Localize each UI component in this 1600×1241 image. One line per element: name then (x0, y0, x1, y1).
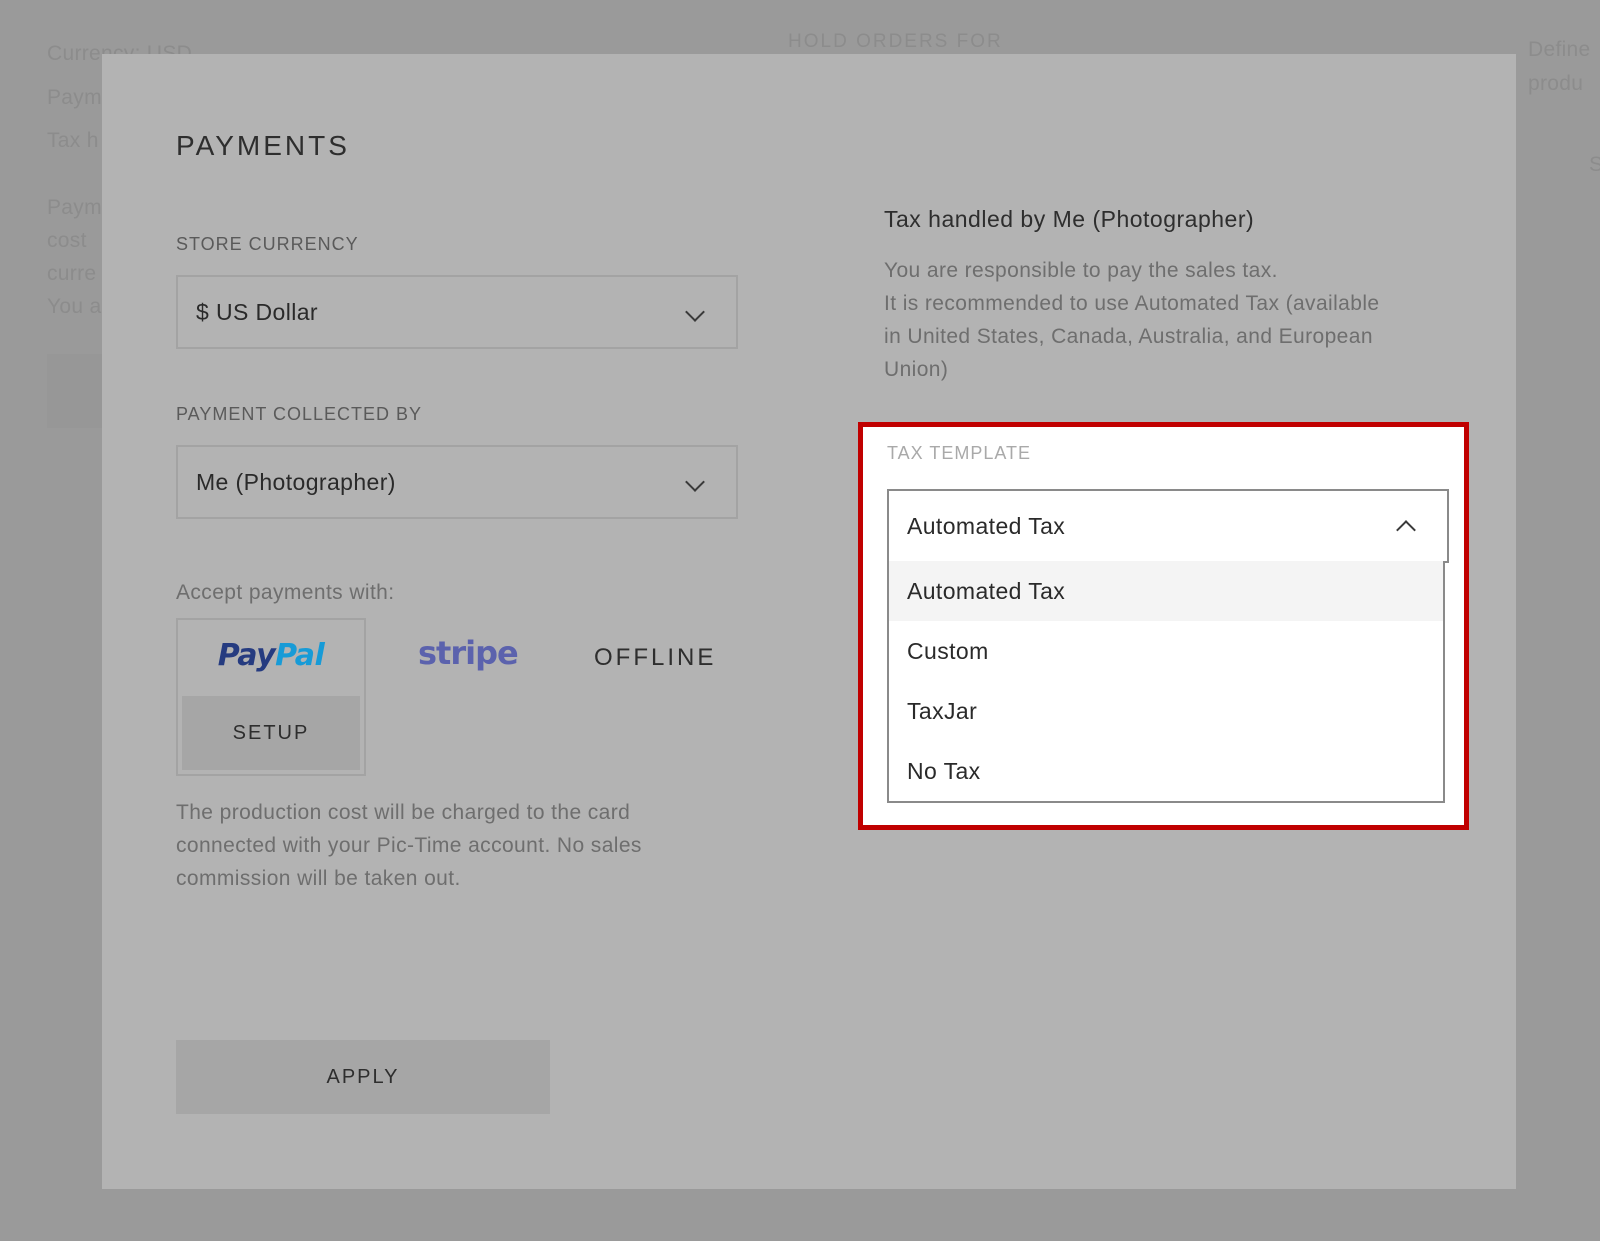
tax-description-line: Union) (884, 358, 949, 381)
bg-define-text: Define (1528, 38, 1591, 61)
store-currency-select[interactable]: $ US Dollar (176, 275, 738, 349)
tax-description-line: in United States, Canada, Australia, and… (884, 325, 1373, 348)
tax-template-select[interactable]: Automated Tax (887, 489, 1449, 563)
offline-option[interactable]: OFFLINE (594, 644, 716, 672)
bg-s-text: S (1589, 153, 1600, 176)
production-note: The production cost will be charged to t… (176, 796, 642, 895)
production-note-line: commission will be taken out. (176, 867, 461, 890)
tax-template-value: Automated Tax (907, 512, 1066, 539)
tax-description-line: It is recommended to use Automated Tax (… (884, 292, 1380, 315)
store-currency-value: $ US Dollar (196, 298, 318, 325)
tax-description: You are responsible to pay the sales tax… (884, 254, 1379, 386)
payment-collected-by-label: PAYMENT COLLECTED BY (176, 404, 423, 424)
stripe-option[interactable]: stripe (418, 634, 519, 672)
tax-description-line: You are responsible to pay the sales tax… (884, 259, 1278, 282)
chevron-down-icon (685, 472, 705, 492)
modal-title: PAYMENTS (176, 130, 350, 161)
bg-note-line-1: Paym (47, 196, 102, 219)
tax-template-options: Automated Tax Custom TaxJar No Tax (887, 561, 1445, 803)
tax-option-custom[interactable]: Custom (889, 621, 1443, 681)
payment-collected-by-value: Me (Photographer) (196, 468, 396, 495)
bg-product-text: produ (1528, 72, 1584, 95)
bg-tax-text: Tax h (47, 129, 99, 152)
tax-heading: Tax handled by Me (Photographer) (884, 206, 1255, 232)
tax-option-taxjar[interactable]: TaxJar (889, 681, 1443, 741)
bg-button (47, 354, 103, 428)
paypal-option[interactable]: PayPal SETUP (176, 618, 366, 776)
chevron-down-icon (685, 302, 705, 322)
store-currency-label: STORE CURRENCY (176, 234, 359, 254)
payment-collected-by-select[interactable]: Me (Photographer) (176, 445, 738, 519)
tax-template-highlight: TAX TEMPLATE Automated Tax Automated Tax… (858, 422, 1469, 830)
production-note-line: connected with your Pic-Time account. No… (176, 834, 642, 857)
accept-payments-label: Accept payments with: (176, 581, 395, 604)
chevron-up-icon (1396, 520, 1416, 540)
paypal-logo: PayPal (217, 638, 325, 673)
apply-button[interactable]: APPLY (176, 1040, 550, 1114)
bg-hold-orders-text: HOLD ORDERS FOR (788, 31, 1003, 52)
tax-template-label: TAX TEMPLATE (887, 443, 1032, 463)
bg-note-line-2: cost (47, 229, 87, 252)
bg-payment-text: Paym (47, 86, 102, 109)
tax-option-automated-tax[interactable]: Automated Tax (889, 561, 1443, 621)
production-note-line: The production cost will be charged to t… (176, 801, 631, 824)
bg-note-line-4: You a (47, 295, 102, 318)
paypal-setup-button[interactable]: SETUP (182, 696, 360, 770)
bg-note-line-3: curre (47, 262, 97, 285)
tax-option-no-tax[interactable]: No Tax (889, 741, 1443, 801)
